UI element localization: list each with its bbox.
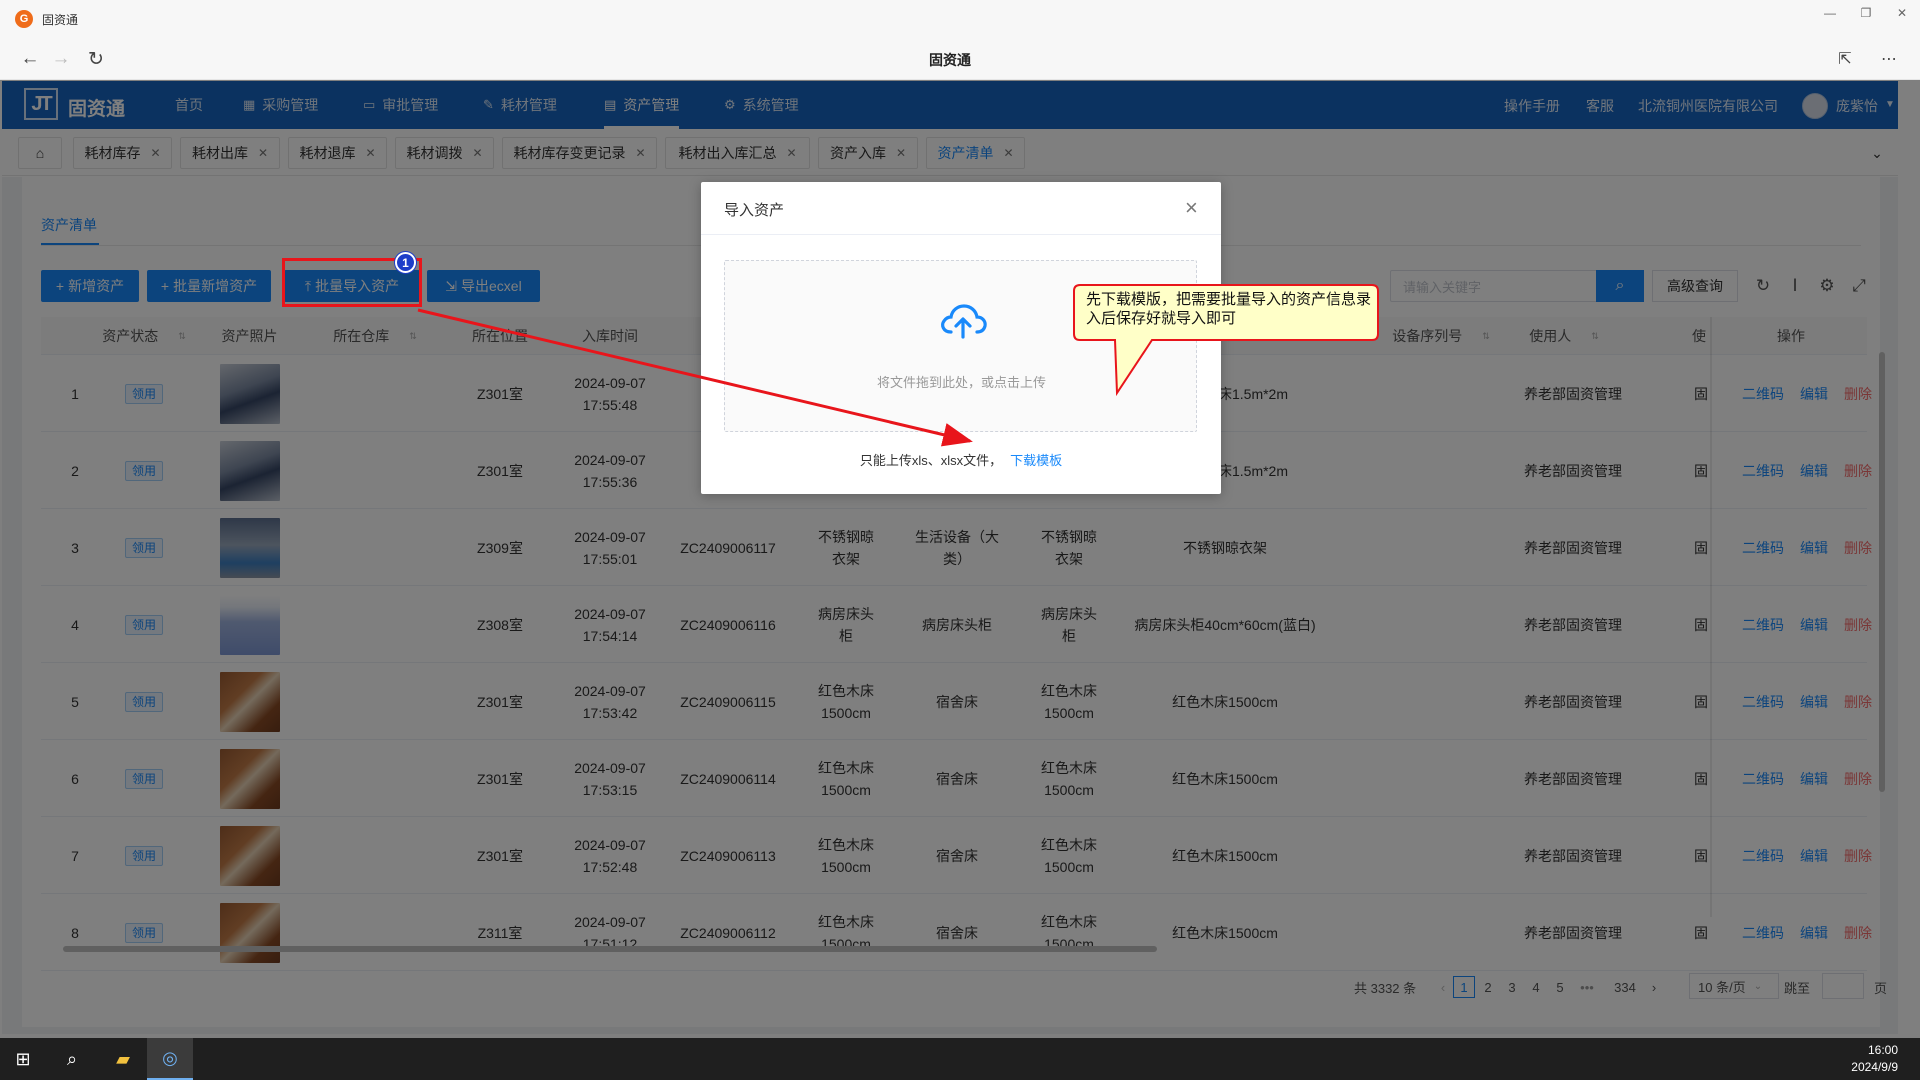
clock-date: 2024/9/9: [1851, 1060, 1898, 1074]
annotation-arrow: [417, 308, 973, 447]
folder-icon[interactable]: ▰: [100, 1038, 146, 1080]
app-root: G 固资通 — ❐ ✕ ← → ↻ 固资通 ⇱ ⋯ JT 固资通 首页 ▦采购管…: [0, 0, 1920, 1080]
system-clock: 16:00 2024/9/9: [1851, 1042, 1898, 1076]
callout-text: 先下载模版，把需要批量导入的资产信息录入后保存好就导入即可: [1086, 290, 1372, 327]
annotation-layer: [417, 284, 1379, 447]
browser-app-icon[interactable]: ◎: [147, 1038, 193, 1080]
taskbar: ⊞ ⌕ ▰ ◎ 16:00 2024/9/9: [0, 1038, 1920, 1080]
clock-time: 16:00: [1867, 1043, 1898, 1057]
windows-start-icon[interactable]: ⊞: [0, 1038, 46, 1080]
search-icon[interactable]: ⌕: [49, 1038, 95, 1080]
